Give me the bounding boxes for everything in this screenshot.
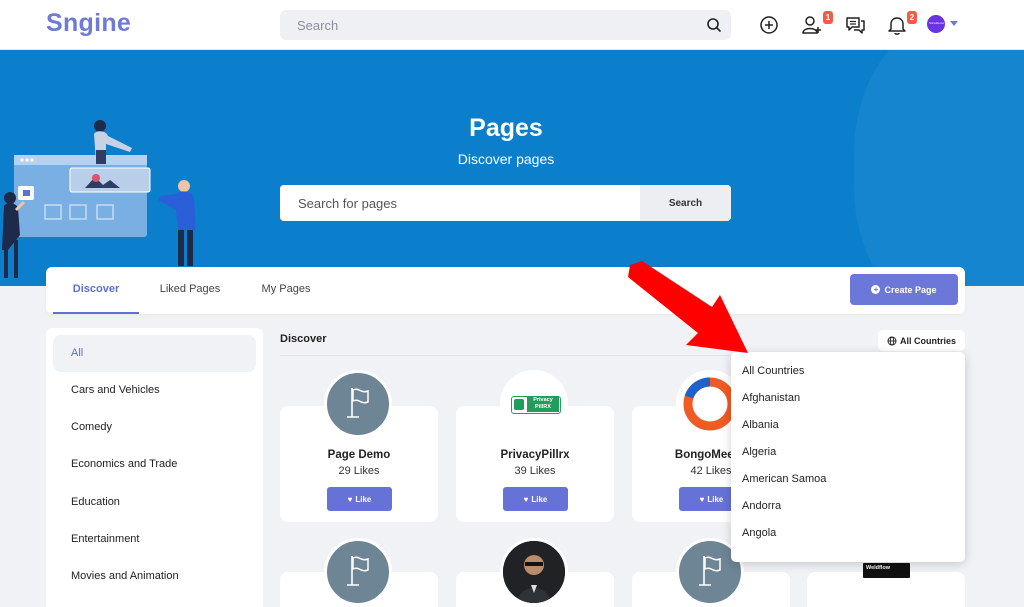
heart-icon: ♥ [699,494,705,504]
country-dropdown-menu: All Countries Afghanistan Albania Algeri… [731,352,965,562]
like-label: Like [707,494,724,504]
like-button[interactable]: ♥ Like [327,487,392,511]
country-filter-label: All Countries [899,335,956,346]
pages-hero-banner: Pages Discover pages Search [0,50,1024,286]
page-avatar[interactable]: Privacy PillRX [500,370,568,438]
heart-icon: ♥ [347,494,353,504]
global-search-box [280,10,731,40]
page-avatar[interactable] [324,370,392,438]
country-option[interactable]: American Samoa [742,473,826,485]
page-avatar[interactable] [324,538,392,606]
annotation-arrow-icon [628,261,748,353]
notifications-bell-icon[interactable] [886,14,908,36]
friend-requests-badge: 1 [823,11,833,24]
country-option[interactable]: Albania [742,419,779,431]
pages-search-box: Search [280,185,731,221]
category-movies-and-animation[interactable]: Movies and Animation [53,558,256,595]
weldflow-logo[interactable]: Weldflow [863,563,910,578]
chevron-down-icon[interactable] [950,21,958,26]
flag-icon [347,556,369,586]
heart-icon: ♥ [523,494,529,504]
tab-discover[interactable]: Discover [53,267,139,314]
user-avatar[interactable]: SnnnDemo [927,15,945,33]
country-option[interactable]: Algeria [742,446,776,458]
tab-liked-pages[interactable]: Liked Pages [150,267,230,314]
pages-tabs-bar: Discover Liked Pages My Pages + Create P… [46,267,965,314]
country-option[interactable]: Afghanistan [742,392,800,404]
globe-icon [887,336,897,345]
pages-search-input[interactable] [280,185,640,221]
hero-decoration [854,50,1024,286]
like-button[interactable]: ♥ Like [503,487,568,511]
page-title: Pages [469,114,543,142]
page-subtitle: Discover pages [457,151,555,167]
page-avatar[interactable] [500,538,568,606]
pages-search-button[interactable]: Search [640,185,731,221]
category-education[interactable]: Education [53,484,256,521]
tab-my-pages[interactable]: My Pages [249,267,323,314]
notifications-badge: 2 [907,11,917,24]
person-photo [503,541,565,603]
global-search-input[interactable] [280,10,680,40]
country-filter-button[interactable]: All Countries [878,330,965,351]
section-title: Discover [280,333,327,345]
page-likes: 39 Likes [514,465,556,477]
friend-requests-icon[interactable] [801,14,823,36]
page-name[interactable]: PrivacyPillrx [456,449,614,461]
messages-icon[interactable] [844,14,866,36]
like-label: Like [355,494,372,504]
add-circle-icon[interactable] [758,14,780,36]
categories-sidebar: All Cars and Vehicles Comedy Economics a… [46,328,263,607]
create-page-button[interactable]: + Create Page [850,274,958,305]
country-option[interactable]: All Countries [742,365,804,377]
site-logo[interactable]: Sngine [46,9,131,38]
page-likes: 29 Likes [338,465,380,477]
plus-circle-icon: + [871,285,881,294]
category-all[interactable]: All [53,335,256,372]
top-navbar: Sngine 1 2 SnnnDemo [0,0,1024,50]
create-page-label: Create Page [884,284,937,295]
category-entertainment[interactable]: Entertainment [53,521,256,558]
avatar-text: SnnnDemo [929,21,945,25]
category-comedy[interactable]: Comedy [53,409,256,446]
page-name[interactable]: Page Demo [280,449,438,461]
search-icon[interactable] [705,16,723,34]
category-economics-and-trade[interactable]: Economics and Trade [53,446,256,483]
country-option[interactable]: Andorra [742,500,781,512]
like-label: Like [531,494,548,504]
country-option[interactable]: Angola [742,527,776,539]
privacy-pillrx-logo: Privacy PillRX [511,396,561,414]
flag-icon [347,388,369,418]
category-cars-and-vehicles[interactable]: Cars and Vehicles [53,372,256,409]
